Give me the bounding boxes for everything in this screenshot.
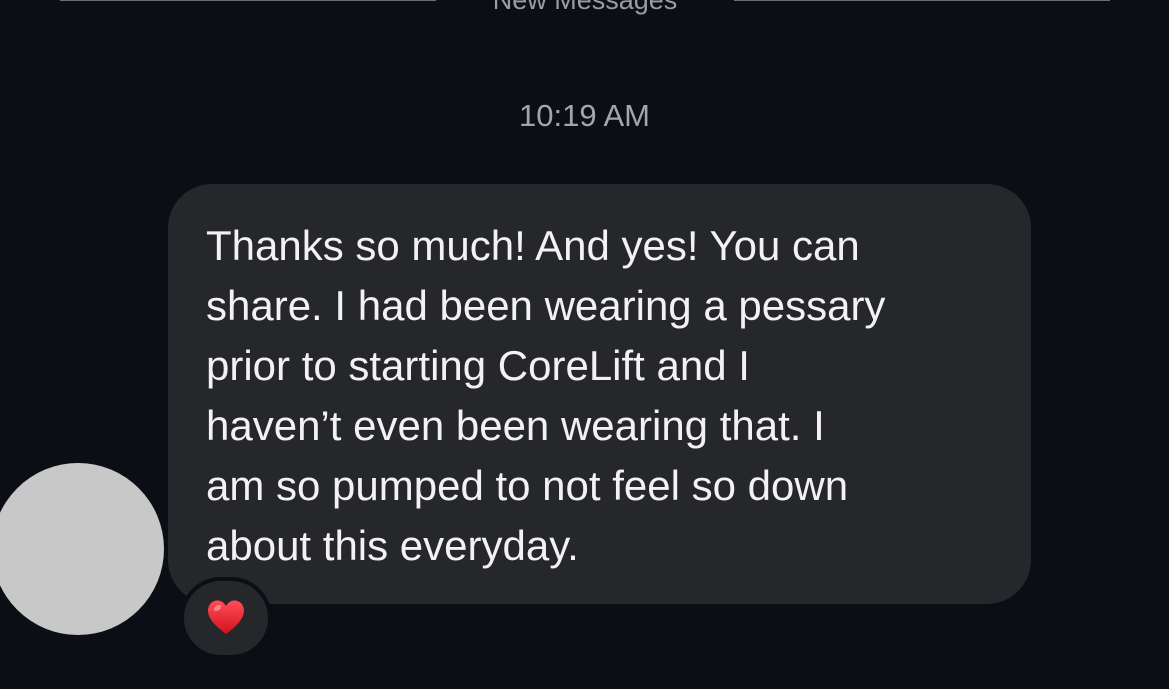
new-messages-divider: New Messages <box>0 0 1169 16</box>
message-text: Thanks so much! And yes! You can share. … <box>206 222 886 569</box>
divider-line-left <box>60 0 436 1</box>
divider-line-right <box>734 0 1110 1</box>
message-bubble[interactable]: Thanks so much! And yes! You can share. … <box>168 184 1031 604</box>
message-timestamp: 10:19 AM <box>519 98 650 133</box>
new-messages-label: New Messages <box>492 0 678 15</box>
heart-reaction[interactable] <box>180 577 272 659</box>
heart-icon <box>208 600 244 634</box>
sender-avatar[interactable] <box>0 463 164 635</box>
